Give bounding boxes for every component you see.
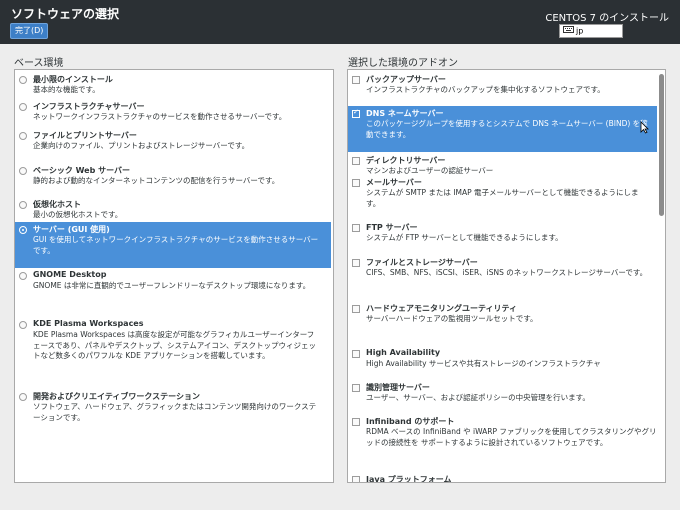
- environment-item-description: 企業向けのファイル、プリントおよびストレージサーバーです。: [33, 141, 250, 150]
- addon-item-description: システムが FTP サーバーとして機能できるようにします。: [366, 233, 563, 242]
- environment-item[interactable]: ベーシック Web サーバー 静的および動的なインターネットコンテンツの配信を行う…: [15, 163, 331, 196]
- addon-item[interactable]: ハードウェアモニタリングユーティリティ サーバーハードウェアの監視用ツールセットで…: [348, 301, 657, 331]
- checkbox[interactable]: [352, 305, 360, 313]
- environment-item-description: 最小の仮想化ホストです。: [33, 210, 123, 219]
- environment-item[interactable]: 最小限のインストール 基本的な機能です。: [15, 72, 331, 96]
- addon-list[interactable]: バックアップサーバー インフラストラクチャのバックアップを集中化するソフトウェアで…: [347, 69, 666, 483]
- addon-item-description: High Availability サービスや共有ストレージのインフラストラクチ…: [366, 359, 601, 368]
- addon-item-name: DNS ネームサーバー: [366, 109, 444, 118]
- environment-item-name: 仮想化ホスト: [33, 200, 81, 209]
- environment-item-description: GNOME は非常に直観的でユーザーフレンドリーなデスクトップ環境になります。: [33, 281, 311, 290]
- checkbox[interactable]: [352, 418, 360, 426]
- keyboard-icon: [563, 25, 574, 37]
- checkbox[interactable]: [352, 350, 360, 358]
- addon-item-description: サーバーハードウェアの監視用ツールセットです。: [366, 314, 538, 323]
- radio-button[interactable]: [19, 201, 27, 209]
- environment-item-description: GUI を使用してネットワークインフラストラクチャのサービスを動作させるサーバー…: [33, 235, 319, 255]
- addon-item[interactable]: ディレクトリサーバー マシンおよびユーザーの認証サーバー: [348, 153, 657, 175]
- addon-item-description: システムが SMTP または IMAP 電子メールサーバーとして機能できるように…: [366, 188, 639, 208]
- checkbox[interactable]: [352, 76, 360, 84]
- addon-item[interactable]: バックアップサーバー インフラストラクチャのバックアップを集中化するソフトウェアで…: [348, 72, 657, 97]
- addon-item-description: ユーザー、サーバー、および認証ポリシーの中央管理を行います。: [366, 393, 590, 402]
- addon-heading: 選択した環境のアドオン: [348, 58, 458, 69]
- environment-item-name: GNOME Desktop: [33, 270, 107, 279]
- checkbox[interactable]: [352, 108, 360, 118]
- mouse-cursor-icon: [640, 119, 649, 138]
- environment-item[interactable]: ファイルとプリントサーバー 企業向けのファイル、プリントおよびストレージサーバーで…: [15, 128, 331, 161]
- checkbox[interactable]: [352, 476, 360, 482]
- addon-item-name: 識別管理サーバー: [366, 383, 430, 392]
- addon-item-name: FTP サーバー: [366, 223, 418, 232]
- addon-item[interactable]: 識別管理サーバー ユーザー、サーバー、および認証ポリシーの中央管理を行います。: [348, 380, 657, 410]
- environment-item-description: 基本的な機能です。: [33, 85, 100, 94]
- header-bar: ソフトウェアの選択 完了(D) CENTOS 7 のインストール jp: [0, 0, 680, 44]
- addon-item-name: Infiniband のサポート: [366, 417, 455, 426]
- environment-item[interactable]: 仮想化ホスト 最小の仮想化ホストです。: [15, 197, 331, 221]
- environment-item-description: ネットワークインフラストラクチャのサービスを動作させるサーバーです。: [33, 112, 287, 121]
- addon-item[interactable]: メールサーバー システムが SMTP または IMAP 電子メールサーバーとして機…: [348, 175, 657, 220]
- environment-item[interactable]: インフラストラクチャサーバー ネットワークインフラストラクチャのサービスを動作させ…: [15, 99, 331, 125]
- addon-item-description: RDMA ベースの InfiniBand や iWARP ファブリックを使用して…: [366, 427, 657, 447]
- addon-item-name: High Availability: [366, 348, 441, 357]
- addon-item-description: インフラストラクチャのバックアップを集中化するソフトウェアです。: [366, 85, 605, 94]
- environment-item-name: ベーシック Web サーバー: [33, 166, 131, 175]
- environment-item-name: 最小限のインストール: [33, 75, 113, 84]
- product-title: CENTOS 7 のインストール: [545, 13, 669, 24]
- environment-item-description: ソフトウェア、ハードウェア、グラフィックまたはコンテンツ開発向けのワークステ ー…: [33, 402, 317, 422]
- checkbox[interactable]: [352, 224, 360, 232]
- environment-item-name: 開発およびクリエイティブワークステーション: [33, 392, 200, 401]
- environment-heading: ベース環境: [14, 58, 64, 69]
- addon-item-name: ハードウェアモニタリングユーティリティ: [366, 304, 518, 313]
- environment-list[interactable]: 最小限のインストール 基本的な機能です。 インフラストラクチャサーバー ネットワークイ…: [14, 69, 334, 483]
- addon-scrollbar[interactable]: [659, 72, 664, 480]
- radio-button[interactable]: [19, 393, 27, 401]
- keyboard-layout-indicator[interactable]: jp: [559, 24, 623, 38]
- checkbox[interactable]: [352, 157, 360, 165]
- checkbox[interactable]: [352, 384, 360, 392]
- radio-button[interactable]: [19, 132, 27, 140]
- radio-button[interactable]: [19, 226, 27, 234]
- environment-item-name: ファイルとプリントサーバー: [33, 131, 137, 140]
- addon-item[interactable]: ファイルとストレージサーバー CIFS、SMB、NFS、iSCSI、iSER、iS…: [348, 255, 657, 285]
- radio-button[interactable]: [19, 76, 27, 84]
- done-button[interactable]: 完了(D): [10, 23, 49, 39]
- radio-button[interactable]: [19, 272, 27, 280]
- environment-item-description: KDE Plasma Workspaces は高度な設定が可能なグラフィカルユー…: [33, 330, 316, 360]
- addon-item-description: このパッケージグループを使用するとシステムで DNS ネームサーバー (BIND…: [366, 119, 648, 139]
- radio-button[interactable]: [19, 103, 27, 111]
- environment-item[interactable]: GNOME Desktop GNOME は非常に直観的でユーザーフレンドリーなデス…: [15, 268, 331, 318]
- addon-item-name: メールサーバー: [366, 178, 422, 187]
- environment-item-name: KDE Plasma Workspaces: [33, 319, 144, 328]
- environment-item[interactable]: KDE Plasma Workspaces KDE Plasma Workspac…: [15, 317, 331, 390]
- environment-item-name: サーバー (GUI 使用): [33, 225, 110, 234]
- radio-button[interactable]: [19, 167, 27, 175]
- keyboard-layout-label: jp: [576, 26, 584, 36]
- checkbox[interactable]: [352, 179, 360, 187]
- addon-item[interactable]: Infiniband のサポート RDMA ベースの InfiniBand や i…: [348, 414, 657, 452]
- environment-item-name: インフラストラクチャサーバー: [33, 102, 145, 111]
- addon-item-name: ディレクトリサーバー: [366, 156, 446, 165]
- addon-item[interactable]: DNS ネームサーバーこのパッケージグループを使用するとシステムで DNS ネー…: [348, 106, 657, 152]
- addon-item[interactable]: High Availability High Availability サービスや…: [348, 346, 657, 376]
- addon-item[interactable]: FTP サーバー システムが FTP サーバーとして機能できるようにします。: [348, 220, 657, 250]
- environment-item[interactable]: サーバー (GUI 使用) GUI を使用してネットワークインフラストラクチャのサ…: [15, 222, 331, 268]
- addon-item-name: ファイルとストレージサーバー: [366, 258, 478, 267]
- addon-scroll-thumb[interactable]: [659, 74, 664, 216]
- environment-item[interactable]: 開発およびクリエイティブワークステーション ソフトウェア、ハードウェア、グラフィッ…: [15, 389, 331, 439]
- addon-item-name: バックアップサーバー: [366, 75, 446, 84]
- addon-item[interactable]: Java プラットフォーム: [348, 472, 657, 483]
- addon-item-description: CIFS、SMB、NFS、iSCSI、iSER、iSNS のネットワークストレー…: [366, 268, 648, 277]
- page-title: ソフトウェアの選択: [11, 7, 120, 21]
- checkbox[interactable]: [352, 259, 360, 267]
- environment-item-description: 静的および動的なインターネットコンテンツの配信を行うサーバーです。: [33, 176, 280, 185]
- addon-item-name: Java プラットフォーム: [366, 475, 452, 483]
- radio-button[interactable]: [19, 321, 27, 329]
